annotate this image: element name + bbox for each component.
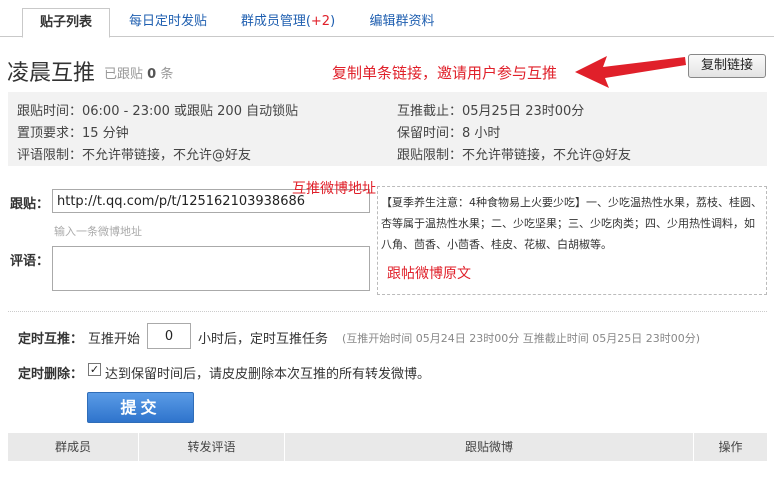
page-title: 凌晨互推 xyxy=(7,60,96,85)
column-header-actions: 操作 xyxy=(718,440,743,454)
member-table-header: 群成员 转发评语 跟贴微博 操作 xyxy=(8,433,767,461)
follow-count-suffix: 条 xyxy=(160,67,174,82)
keep-time-info: 保留时间：8 小时 xyxy=(397,126,501,141)
pending-count-badge: +2 xyxy=(310,14,331,29)
comment-limit-info: 评语限制：不允许带链接，不允许@好友 xyxy=(17,148,252,163)
hours-input[interactable] xyxy=(147,323,191,349)
follow-count: 已跟贴 0 条 xyxy=(104,63,173,82)
timer-start-prefix: 互推开始 xyxy=(88,332,141,347)
tab-member-label: 群成员管理( xyxy=(240,14,311,29)
section-divider xyxy=(8,311,767,312)
submit-button[interactable]: 提交 xyxy=(87,392,194,423)
weibo-link-annotation: 互推微博地址 xyxy=(292,181,376,197)
tab-member-suffix: ) xyxy=(330,14,336,29)
follow-count-prefix: 已跟贴 xyxy=(104,67,144,82)
copy-link-button[interactable]: 复制链接 xyxy=(688,54,766,78)
link-hint: 输入一条微博地址 xyxy=(54,225,142,238)
link-label: 跟贴： xyxy=(10,197,50,212)
follow-time-info: 跟贴时间：06:00 - 23:00 或跟贴 200 自动锁贴 xyxy=(17,104,299,119)
copy-link-annotation: 复制单条链接，邀请用户参与互推 xyxy=(332,64,558,82)
timer-label: 定时互推： xyxy=(18,332,84,347)
auto-delete-label: 定时删除： xyxy=(18,367,84,382)
comment-textarea[interactable] xyxy=(52,246,370,291)
auto-delete-text: 达到保留时间后，请皮皮删除本次互推的所有转发微博。 xyxy=(105,367,431,382)
column-header-follow-weibo: 跟贴微博 xyxy=(464,440,513,454)
deadline-info: 互推截止：05月25日 23时00分 xyxy=(397,104,585,119)
auto-delete-checkbox[interactable]: ✓ xyxy=(88,363,101,376)
post-info-panel: 跟贴时间：06:00 - 23:00 或跟贴 200 自动锁贴 互推截止：05月… xyxy=(8,92,767,166)
follow-limit-info: 跟贴限制：不允许带链接，不允许@好友 xyxy=(397,148,632,163)
tab-group-member-management[interactable]: 群成员管理(+2) xyxy=(228,9,348,37)
weibo-preview-text: 【夏季养生注意：4种食物易上火要少吃】一、少吃温热性水果，荔枝、桂圆、杏等属于温… xyxy=(381,196,762,251)
column-header-forward-comment: 转发评语 xyxy=(187,440,236,454)
tab-bar: 贴子列表 每日定时发贴 群成员管理(+2) 编辑群资料 xyxy=(0,0,774,38)
preview-annotation: 跟帖微博原文 xyxy=(387,266,471,282)
follow-count-value: 0 xyxy=(147,67,157,82)
timer-detail: (互推开始时间 05月24日 23时00分 互推截止时间 05月25日 23时0… xyxy=(342,332,701,345)
red-arrow-icon xyxy=(575,56,686,88)
comment-label: 评语： xyxy=(10,254,50,269)
timer-start-suffix: 小时后，定时互推任务 xyxy=(198,332,329,347)
tab-post-list[interactable]: 贴子列表 xyxy=(22,8,110,38)
tab-daily-scheduled-post[interactable]: 每日定时发贴 xyxy=(116,9,220,37)
column-header-member: 群成员 xyxy=(54,440,91,454)
tab-edit-group-info[interactable]: 编辑群资料 xyxy=(358,9,446,37)
pin-requirement-info: 置顶要求：15 分钟 xyxy=(17,126,129,141)
